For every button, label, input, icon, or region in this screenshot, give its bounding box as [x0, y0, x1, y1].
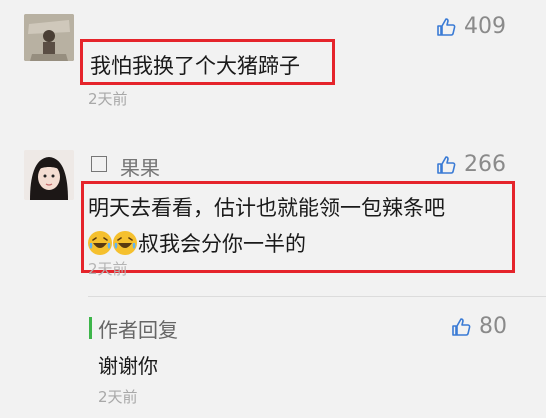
comment-text-line-2: 叔我会分你一半的 [88, 228, 306, 258]
author-reply: 作者回复 80 谢谢你 2天前 [0, 300, 546, 418]
reply-text: 谢谢你 [98, 354, 158, 378]
reply-time: 2天前 [98, 388, 138, 406]
select-checkbox[interactable] [91, 156, 107, 172]
thumbs-up-icon [452, 317, 471, 336]
like-count: 80 [479, 314, 507, 339]
laughing-tears-emoji-icon [113, 231, 137, 255]
like-count: 266 [464, 152, 506, 177]
divider [88, 296, 546, 297]
comment-2: 果果 266 明天去看看，估计也就能领一包辣条吧 叔我会分你一半的 2天前 [0, 140, 546, 320]
like-count: 409 [464, 14, 506, 39]
comment-text: 我怕我换了个大猪蹄子 [90, 54, 300, 78]
comment-text-line-1: 明天去看看，估计也就能领一包辣条吧 [88, 196, 445, 220]
like-button[interactable]: 80 [451, 314, 507, 339]
author-reply-marker [89, 317, 92, 339]
comment-time: 2天前 [88, 90, 128, 108]
avatar-image [24, 150, 74, 200]
avatar[interactable] [24, 14, 74, 61]
author-reply-label: 作者回复 [98, 318, 178, 342]
avatar[interactable] [24, 150, 74, 200]
thumbs-up-icon [437, 155, 456, 174]
thumbs-up-icon [437, 17, 456, 36]
like-button[interactable]: 266 [436, 152, 506, 177]
commenter-name[interactable]: 果果 [120, 152, 160, 181]
comment-time: 2天前 [88, 260, 128, 278]
comment-1: 409 我怕我换了个大猪蹄子 2天前 [0, 0, 546, 118]
laughing-tears-emoji-icon [88, 231, 112, 255]
comment-text-line-2-text: 叔我会分你一半的 [138, 232, 306, 256]
avatar-image [24, 14, 74, 61]
like-button[interactable]: 409 [436, 14, 506, 39]
